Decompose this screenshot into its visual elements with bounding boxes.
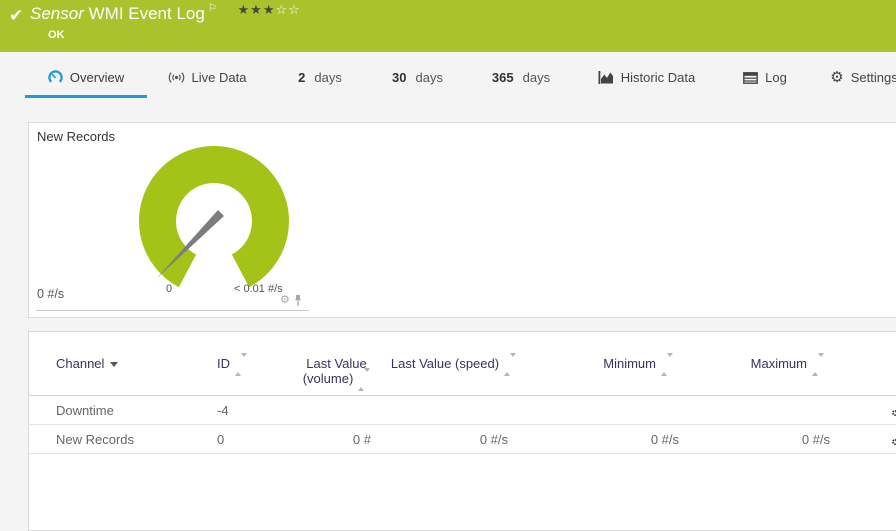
tab-2-days-unit: days: [314, 70, 342, 85]
channel-name[interactable]: New Records: [29, 424, 204, 455]
tab-30-days-unit: days: [415, 70, 443, 85]
priority-flag-icon[interactable]: ⚐: [208, 3, 217, 14]
last-value-speed: 0 #/s: [385, 424, 522, 455]
tab-2-days[interactable]: 2 days: [290, 60, 350, 98]
sensor-kind-label: Sensor: [30, 4, 84, 23]
sort-both-icon: [358, 368, 371, 392]
col-header-actions: [844, 332, 896, 397]
priority-stars[interactable]: ★★★☆☆: [238, 2, 301, 17]
tab-bar: Overview Live Data 2 days 30 days 365 da…: [0, 52, 896, 98]
sensor-header: ✔ Sensor WMI Event Log ⚐ ★★★☆☆ OK: [0, 0, 896, 52]
gauge-scale-min: 0: [165, 283, 173, 295]
edit-channel-icon[interactable]: [891, 429, 896, 449]
col-header-minimum[interactable]: Minimum: [522, 332, 693, 397]
tab-overview[interactable]: Overview: [25, 60, 147, 98]
maximum-value: 0 #/s: [693, 424, 844, 455]
sort-both-icon: [661, 353, 673, 377]
gauge-current-value: 0 #/s: [37, 287, 65, 301]
tab-log-label: Log: [765, 70, 787, 85]
channel-id: 0: [204, 424, 288, 455]
status-badge: OK: [48, 29, 65, 41]
gauge-scale-max: < 0.01 #/s: [234, 283, 283, 295]
col-header-last-value-volume-label: Last Value (volume): [302, 356, 367, 386]
gauge-baseline: [36, 310, 309, 311]
sort-both-icon: [812, 353, 824, 377]
area-chart-icon: [598, 71, 613, 84]
channel-table-panel: Channel ID Last Value (volume) Last Valu…: [28, 331, 896, 531]
sensor-title: Sensor WMI Event Log ⚐ ★★★☆☆: [30, 2, 301, 24]
stars-filled[interactable]: ★★★: [238, 2, 276, 17]
col-header-channel-label: Channel: [56, 356, 105, 371]
sensor-name: WMI Event Log: [88, 4, 205, 23]
sort-both-icon: [504, 353, 517, 377]
tab-historic-data[interactable]: Historic Data: [595, 60, 698, 98]
gauge-chart: [139, 146, 289, 288]
tab-2-days-number: 2: [298, 70, 306, 85]
col-header-id[interactable]: ID: [204, 332, 288, 397]
last-value-volume: 0 #: [288, 424, 385, 455]
channel-name[interactable]: Downtime: [29, 395, 204, 426]
col-header-maximum[interactable]: Maximum: [693, 332, 844, 397]
widget-gear-icon[interactable]: ⚙: [280, 295, 290, 306]
channel-table: Channel ID Last Value (volume) Last Valu…: [29, 332, 896, 455]
sort-desc-icon: [110, 362, 119, 368]
tab-settings[interactable]: ⚙ Settings: [830, 60, 896, 98]
tab-log[interactable]: Log: [740, 60, 790, 98]
minimum-value: [522, 395, 693, 426]
edit-channel-icon[interactable]: [891, 400, 896, 420]
log-list-icon: [743, 71, 759, 84]
gauge-panel: New Records 0 < 0.01 #/s 0 #/s ⚙: [28, 122, 896, 318]
tab-live-data[interactable]: Live Data: [160, 60, 254, 98]
col-header-id-label: ID: [217, 356, 230, 371]
gauge-toolbar: ⚙: [280, 294, 303, 307]
settings-gear-icon: ⚙: [830, 69, 844, 86]
tab-30-days[interactable]: 30 days: [389, 60, 446, 98]
gauge-icon: [48, 70, 63, 83]
col-header-maximum-label: Maximum: [750, 356, 807, 371]
col-header-last-value-speed[interactable]: Last Value (speed): [385, 332, 522, 397]
last-value-volume: [288, 395, 385, 426]
col-header-minimum-label: Minimum: [603, 356, 656, 371]
tab-overview-label: Overview: [69, 70, 125, 85]
sort-both-icon: [235, 353, 247, 377]
status-check-icon: ✔: [9, 6, 24, 25]
tab-30-days-number: 30: [392, 70, 407, 85]
tab-365-days-unit: days: [522, 70, 551, 85]
last-value-speed: [385, 395, 522, 426]
col-header-last-value-speed-label: Last Value (speed): [390, 356, 500, 371]
tab-settings-label: Settings: [850, 70, 896, 85]
tab-365-days-number: 365: [491, 70, 514, 85]
tab-365-days[interactable]: 365 days: [489, 60, 553, 98]
table-row-downtime: Downtime -4: [29, 395, 896, 426]
table-header-row: Channel ID Last Value (volume) Last Valu…: [29, 332, 896, 397]
pin-icon[interactable]: [293, 294, 303, 307]
maximum-value: [693, 395, 844, 426]
col-header-channel[interactable]: Channel: [29, 332, 204, 397]
live-broadcast-icon: [168, 72, 184, 83]
col-header-last-value-volume[interactable]: Last Value (volume): [288, 332, 385, 397]
table-row-new-records: New Records 0 0 # 0 #/s 0 #/s 0 #/s: [29, 424, 896, 455]
minimum-value: 0 #/s: [522, 424, 693, 455]
tab-historic-data-label: Historic Data: [620, 70, 696, 85]
tab-live-data-label: Live Data: [191, 70, 247, 85]
channel-id: -4: [204, 395, 288, 426]
stars-empty[interactable]: ☆☆: [276, 2, 301, 17]
